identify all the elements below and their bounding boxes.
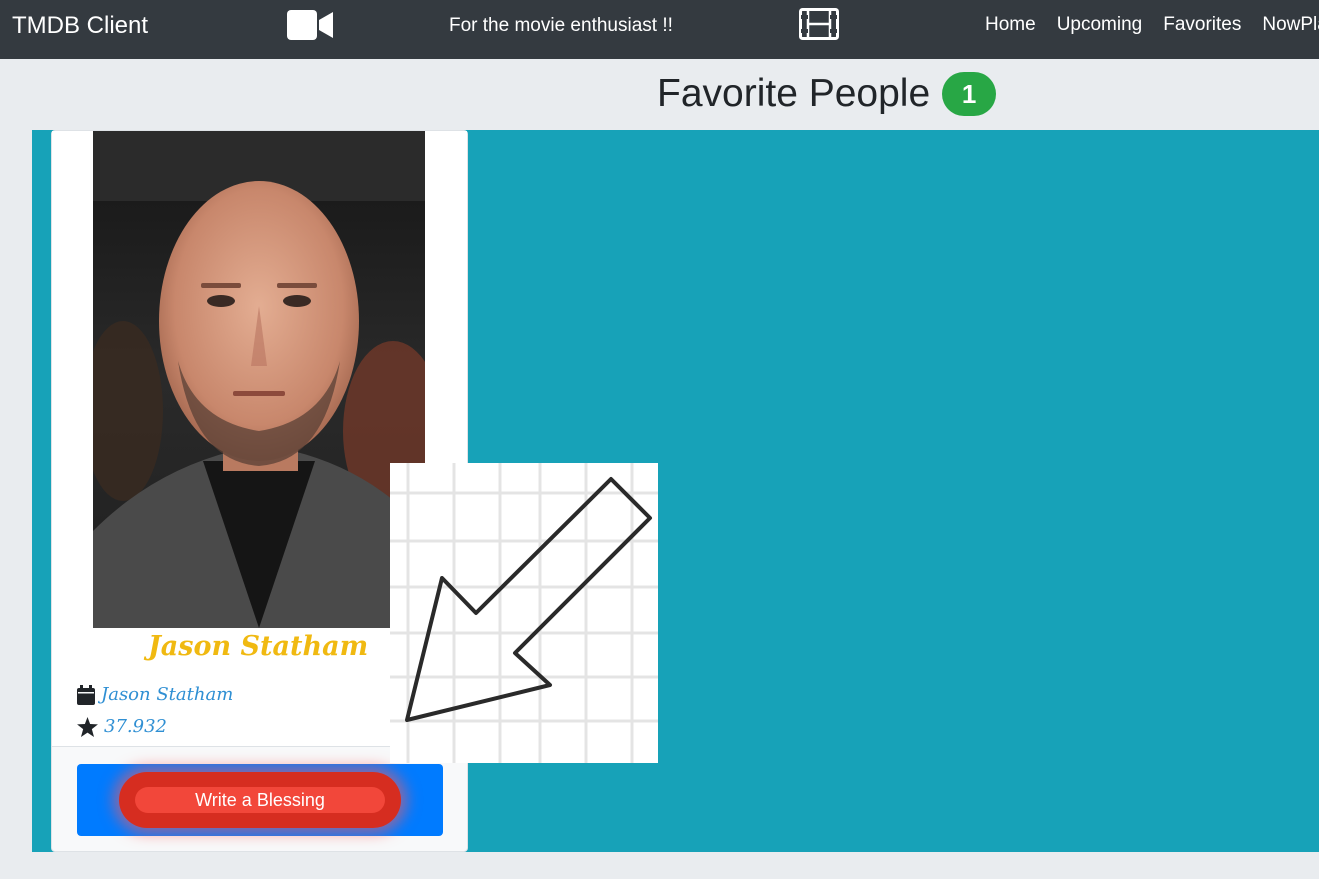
nav-link-home[interactable]: Home: [985, 14, 1036, 36]
person-meta-row: Jason Statham: [77, 684, 233, 705]
favorites-count-badge: 1: [942, 72, 997, 116]
write-blessing-label: Write a Blessing: [135, 787, 385, 813]
brand-logo-text[interactable]: TMDB Client: [12, 12, 148, 40]
write-blessing-button[interactable]: Write a Blessing: [119, 772, 401, 828]
person-name: Jason Statham: [148, 631, 369, 662]
nav-link-upcoming[interactable]: Upcoming: [1057, 14, 1143, 36]
person-photo[interactable]: [93, 131, 425, 628]
person-meta-row: 37.932: [77, 716, 167, 737]
video-camera-icon: [287, 10, 333, 40]
card-footer: Write a Blessing: [77, 764, 443, 836]
tagline: For the movie enthusiast !!: [449, 15, 673, 36]
nav-links: Home Upcoming Favorites NowPlaying: [985, 14, 1319, 36]
film-icon: [799, 8, 839, 40]
navbar: TMDB Client For the movie enthusiast !! …: [0, 0, 1319, 59]
page-heading: Favorite People 1: [657, 72, 997, 116]
person-subtitle[interactable]: Jason Statham: [101, 684, 233, 705]
person-popularity: 37.932: [104, 716, 167, 737]
arrow-pointer-icon: [390, 463, 658, 763]
star-icon: [77, 716, 98, 737]
calendar-icon: [77, 684, 95, 705]
nav-link-nowplaying[interactable]: NowPlaying: [1262, 14, 1319, 36]
nav-link-favorites[interactable]: Favorites: [1163, 14, 1241, 36]
page-title: Favorite People: [657, 72, 931, 115]
